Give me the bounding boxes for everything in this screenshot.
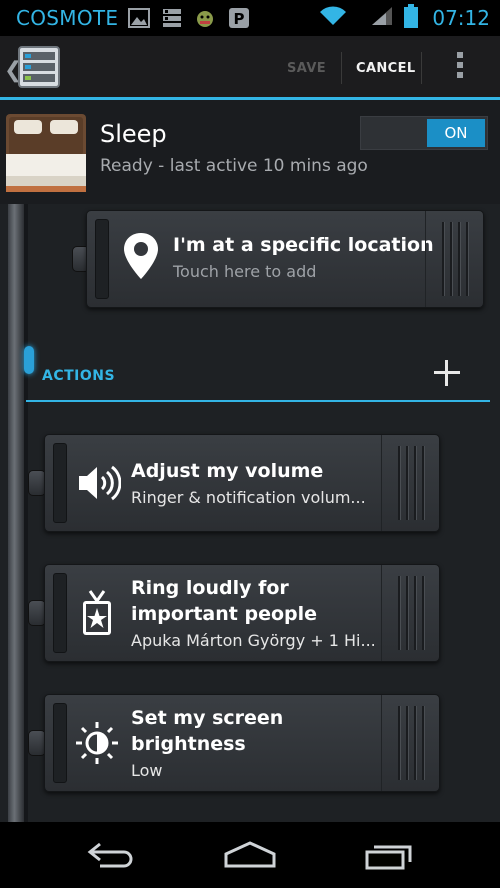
action-title-line2: brightness (131, 733, 246, 755)
divider (341, 52, 342, 84)
back-icon[interactable] (86, 840, 136, 874)
pinterest-icon: P (228, 7, 250, 29)
app-list-icon[interactable] (18, 46, 60, 92)
condition-title: I'm at a specific location (173, 234, 434, 256)
profile-status: Ready - last active 10 mins ago (100, 156, 368, 176)
condition-card[interactable]: I'm at a specific location Touch here to… (86, 210, 484, 308)
timeline-rail (8, 204, 24, 822)
actions-header: ACTIONS (26, 358, 490, 402)
save-button[interactable]: SAVE (287, 36, 326, 100)
wifi-icon (318, 5, 348, 31)
divider (421, 52, 422, 84)
brightness-icon (75, 721, 119, 769)
cancel-button[interactable]: CANCEL (356, 36, 416, 100)
navigation-bar (0, 822, 500, 888)
signal-icon (370, 5, 394, 31)
list-icon (162, 8, 182, 28)
profile-name: Sleep (100, 120, 167, 148)
bed-icon (6, 114, 86, 198)
clock: 07:12 (432, 6, 490, 30)
drag-handle[interactable] (381, 565, 439, 661)
image-icon (128, 8, 151, 28)
profile-editor: Sleep Ready - last active 10 mins ago ON… (0, 100, 500, 822)
location-pin-icon (121, 231, 161, 285)
action-title: Adjust my volume (131, 460, 324, 482)
android-icon (194, 7, 216, 29)
drag-handle[interactable] (381, 695, 439, 791)
action-subtitle: Low (131, 761, 163, 780)
recents-icon[interactable] (364, 840, 414, 874)
condition-subtitle: Touch here to add (173, 262, 317, 281)
vip-badge-icon (81, 589, 113, 641)
action-bar: ❮ SAVE CANCEL (0, 36, 500, 100)
actions-label: ACTIONS (42, 368, 116, 384)
svg-text:P: P (234, 10, 245, 28)
drag-handle[interactable] (381, 435, 439, 531)
profile-header: Sleep Ready - last active 10 mins ago ON (0, 100, 500, 204)
action-card[interactable]: Set my screen brightness Low (44, 694, 440, 792)
action-subtitle: Ringer & notification volum... (131, 488, 366, 507)
speaker-icon (77, 463, 122, 507)
toggle-on-label: ON (427, 119, 485, 147)
action-title: Ring loudly for (131, 577, 289, 599)
battery-icon (404, 4, 419, 32)
plus-icon[interactable] (432, 358, 462, 388)
drag-handle[interactable] (425, 211, 483, 307)
overflow-menu-icon[interactable] (453, 52, 467, 84)
home-icon[interactable] (224, 840, 276, 874)
carrier-name: COSMOTE (16, 6, 119, 30)
action-card[interactable]: Ring loudly for important people Apuka M… (44, 564, 440, 662)
profile-toggle[interactable]: ON (360, 116, 488, 150)
action-subtitle: Apuka Márton György + 1 Hi... (131, 631, 376, 650)
action-title: Set my screen (131, 707, 284, 729)
status-bar: COSMOTE P 07:12 (0, 0, 500, 36)
action-card[interactable]: Adjust my volume Ringer & notification v… (44, 434, 440, 532)
action-title-line2: important people (131, 603, 318, 625)
